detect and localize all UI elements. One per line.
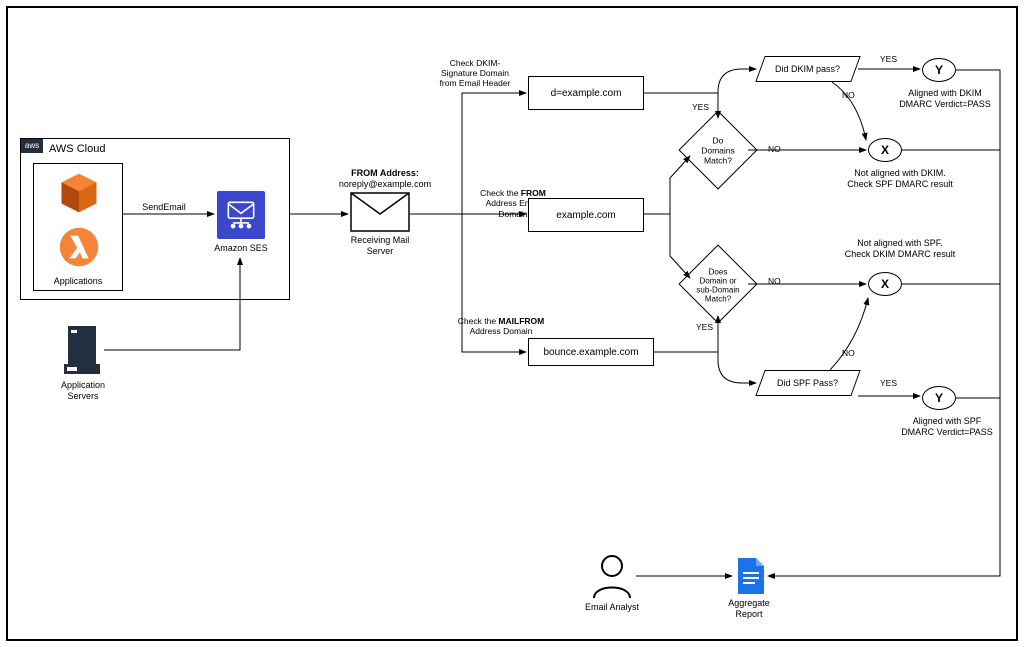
edge-yes-2: YES [880, 54, 897, 64]
ec2-icon [58, 172, 100, 214]
from-email: noreply@example.com [339, 179, 431, 189]
dkim-aligned-label: Aligned with DKIM DMARC Verdict=PASS [880, 88, 1010, 110]
report-icon [734, 556, 766, 596]
spf-pass-para: Did SPF Pass? [755, 370, 860, 396]
edge-no-1: NO [842, 90, 855, 100]
dkim-not-label: Not aligned with DKIM. Check SPF DMARC r… [830, 168, 970, 190]
analyst-icon [590, 552, 634, 600]
from-domain-box: example.com [528, 198, 644, 232]
from-bold: FROM Address: [351, 168, 419, 178]
spf-y-circle: Y [922, 386, 956, 410]
aws-cloud-title: AWS Cloud [49, 143, 105, 155]
server-icon [62, 324, 104, 378]
edge-no-3: NO [768, 276, 781, 286]
check-mailfrom-label: Check the MAILFROMAddress Domain [446, 316, 556, 336]
amazon-ses-icon [217, 191, 265, 239]
dkim-domain-box: d=example.com [528, 76, 644, 110]
from-address-label: FROM Address: noreply@example.com [330, 168, 440, 190]
applications-group: Applications [33, 163, 123, 291]
domains-match-text: Do Domains Match? [690, 123, 746, 179]
edge-yes-4: YES [880, 378, 897, 388]
ses-label: Amazon SES [201, 243, 281, 254]
receiving-server-label: Receiving Mail Server [344, 235, 416, 257]
envelope-icon [350, 192, 410, 232]
edge-no-2: NO [768, 144, 781, 154]
spf-x-circle: X [868, 272, 902, 296]
edge-no-4: NO [842, 348, 855, 358]
aws-cloud-group: aws AWS Cloud Applications [20, 138, 290, 300]
app-servers-label: Application Servers [50, 380, 116, 402]
diagram-canvas: aws AWS Cloud Applications [0, 0, 1024, 647]
spf-not-label: Not aligned with SPF. Check DKIM DMARC r… [830, 238, 970, 260]
edge-yes-3: YES [696, 322, 713, 332]
check-dkim-label: Check DKIM- Signature Domain from Email … [427, 58, 523, 89]
spf-pass-text: Did SPF Pass? [777, 378, 838, 388]
analyst-label: Email Analyst [576, 602, 648, 613]
sendemail-label: SendEmail [134, 202, 194, 213]
subdomain-match-text: Does Domain or sub-Domain Match? [690, 257, 746, 313]
aws-tag: aws [21, 139, 43, 153]
spf-aligned-label: Aligned with SPF DMARC Verdict=PASS [882, 416, 1012, 438]
report-label: Aggregate Report [720, 598, 778, 620]
dkim-pass-text: Did DKIM pass? [775, 64, 840, 74]
lambda-icon [58, 226, 100, 268]
dkim-pass-para: Did DKIM pass? [755, 56, 860, 82]
dkim-x-circle: X [868, 138, 902, 162]
applications-label: Applications [34, 276, 122, 287]
edge-yes-1: YES [692, 102, 709, 112]
mailfrom-box: bounce.example.com [528, 338, 654, 366]
dkim-y-circle: Y [922, 58, 956, 82]
